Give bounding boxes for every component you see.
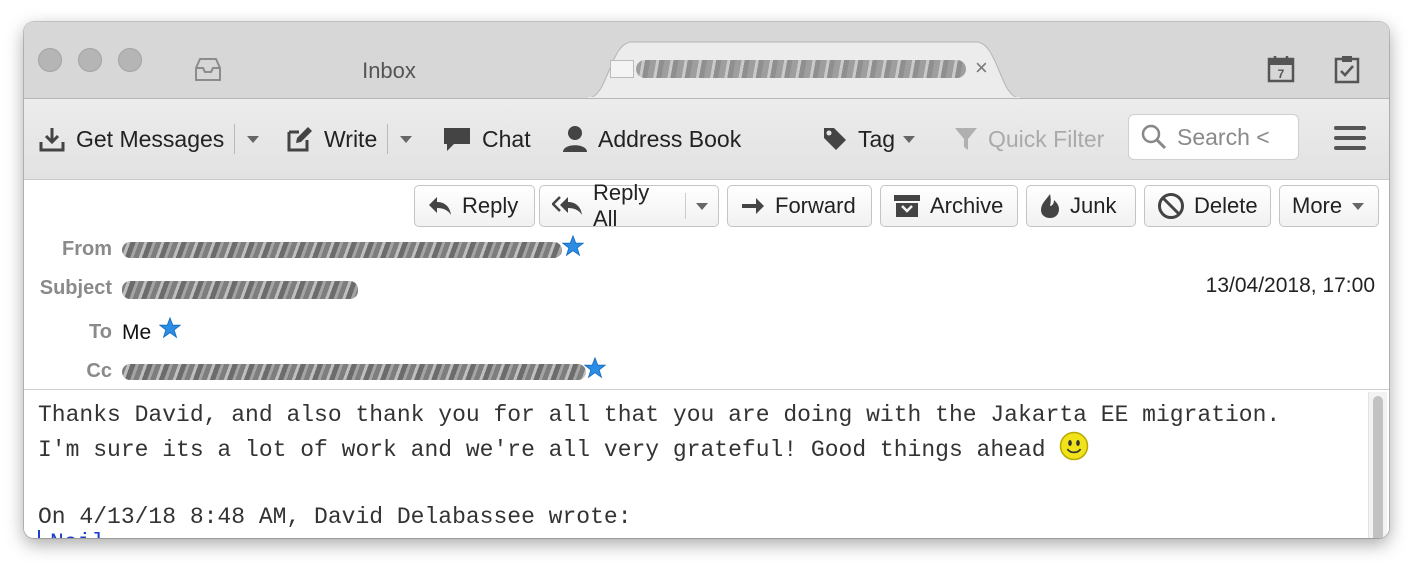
forward-label: Forward — [775, 193, 856, 218]
search-input[interactable] — [1177, 123, 1287, 151]
address-book-button[interactable]: Address Book — [562, 99, 741, 179]
to-value[interactable]: Me — [122, 321, 151, 345]
chat-bubble-icon — [442, 125, 472, 153]
write-dropdown-icon[interactable] — [400, 135, 413, 143]
archive-button[interactable]: Archive — [880, 185, 1018, 227]
reply-all-label: Reply All — [593, 180, 650, 231]
quick-filter-label: Quick Filter — [988, 125, 1105, 152]
tab-inbox-label: Inbox — [362, 58, 416, 83]
delete-label: Delete — [1194, 193, 1258, 218]
more-dropdown-icon — [1352, 202, 1365, 210]
address-book-label: Address Book — [598, 125, 742, 152]
toolbar-separator — [387, 124, 389, 154]
body-scrollbar[interactable] — [1368, 392, 1387, 538]
from-star-icon[interactable] — [561, 234, 585, 262]
quoted-text: Neil, — [38, 530, 119, 538]
body-line-4: On 4/13/18 8:48 AM, David Delabassee wro… — [38, 504, 632, 530]
person-icon — [562, 125, 588, 153]
write-label: Write — [324, 125, 378, 152]
more-button[interactable]: More — [1279, 185, 1379, 227]
message-header: Reply Reply All Forward Archive Junk Del… — [24, 180, 1389, 390]
zoom-window-button[interactable] — [118, 48, 142, 72]
svg-text:7: 7 — [1278, 67, 1285, 81]
tasks-icon[interactable] — [1332, 54, 1362, 89]
forward-arrow-icon — [740, 195, 766, 217]
calendar-icon[interactable]: 7 — [1266, 54, 1296, 89]
redacted-cc-address[interactable] — [122, 364, 586, 380]
body-line-2-wrap: I'm sure its a lot of work and we're all… — [38, 431, 1280, 471]
tab-message[interactable]: × — [588, 40, 1020, 98]
tag-button[interactable]: Tag — [822, 99, 916, 179]
get-messages-label: Get Messages — [76, 125, 225, 152]
reply-button[interactable]: Reply — [414, 185, 535, 227]
search-icon — [1141, 124, 1167, 150]
tab-close-icon[interactable]: × — [975, 55, 988, 81]
tag-dropdown-icon — [903, 135, 916, 143]
tab-inbox[interactable]: Inbox — [184, 50, 594, 90]
redacted-tab-title — [636, 60, 966, 78]
forward-button[interactable]: Forward — [727, 185, 872, 227]
chat-label: Chat — [482, 125, 531, 152]
redacted-from-address[interactable] — [122, 242, 562, 258]
tag-label: Tag — [858, 125, 896, 152]
prohibited-icon — [1157, 192, 1185, 220]
junk-label: Junk — [1070, 193, 1117, 218]
reply-label: Reply — [462, 193, 519, 218]
cc-star-icon[interactable] — [583, 356, 607, 384]
delete-button[interactable]: Delete — [1144, 185, 1271, 227]
cc-label: Cc — [86, 360, 112, 382]
reply-all-button[interactable]: Reply All — [539, 180, 719, 231]
body-line-2: I'm sure its a lot of work and we're all… — [38, 437, 1060, 463]
reply-all-separator — [685, 193, 686, 219]
search-box[interactable] — [1128, 114, 1299, 160]
more-label: More — [1292, 193, 1343, 218]
download-icon — [38, 125, 66, 153]
filter-funnel-icon — [954, 126, 978, 152]
to-label: To — [89, 321, 112, 343]
smiley-icon — [1059, 431, 1089, 471]
main-toolbar: Get Messages Write Chat Address Book Tag… — [24, 99, 1389, 180]
toolbar-separator — [234, 124, 236, 154]
redacted-subject — [122, 281, 358, 299]
body-line-3 — [38, 471, 1280, 502]
mail-window: Inbox × 7 Get Messages Write Chat Addres… — [24, 22, 1389, 538]
message-date: 13/04/2018, 17:00 — [1205, 274, 1375, 297]
minimize-window-button[interactable] — [78, 48, 102, 72]
tab-bar: Inbox × 7 — [24, 22, 1389, 99]
write-button[interactable]: Write — [286, 99, 413, 179]
quick-filter-button[interactable]: Quick Filter — [954, 99, 1104, 179]
tab-favicon — [610, 60, 634, 78]
get-messages-dropdown-icon[interactable] — [247, 135, 260, 143]
from-label: From — [62, 238, 112, 260]
to-star-icon[interactable] — [158, 316, 182, 344]
junk-button[interactable]: Junk — [1026, 185, 1136, 227]
message-body[interactable]: Thanks David, and also thank you for all… — [24, 390, 1389, 538]
tag-icon — [822, 126, 848, 152]
subject-label: Subject — [39, 277, 112, 299]
close-window-button[interactable] — [38, 48, 62, 72]
archive-label: Archive — [930, 193, 1004, 218]
chat-button[interactable]: Chat — [442, 99, 531, 179]
body-line-1: Thanks David, and also thank you for all… — [38, 402, 1281, 428]
archive-box-icon — [893, 194, 921, 218]
reply-arrow-icon — [427, 195, 453, 217]
app-menu-icon[interactable] — [1334, 126, 1366, 156]
pencil-icon — [286, 125, 314, 153]
junk-flame-icon — [1039, 193, 1061, 219]
scrollbar-thumb[interactable] — [1373, 396, 1383, 538]
message-text: Thanks David, and also thank you for all… — [38, 400, 1280, 533]
reply-all-arrow-icon — [552, 195, 584, 217]
get-messages-button[interactable]: Get Messages — [38, 99, 260, 179]
reply-all-dropdown-icon[interactable] — [696, 202, 708, 210]
